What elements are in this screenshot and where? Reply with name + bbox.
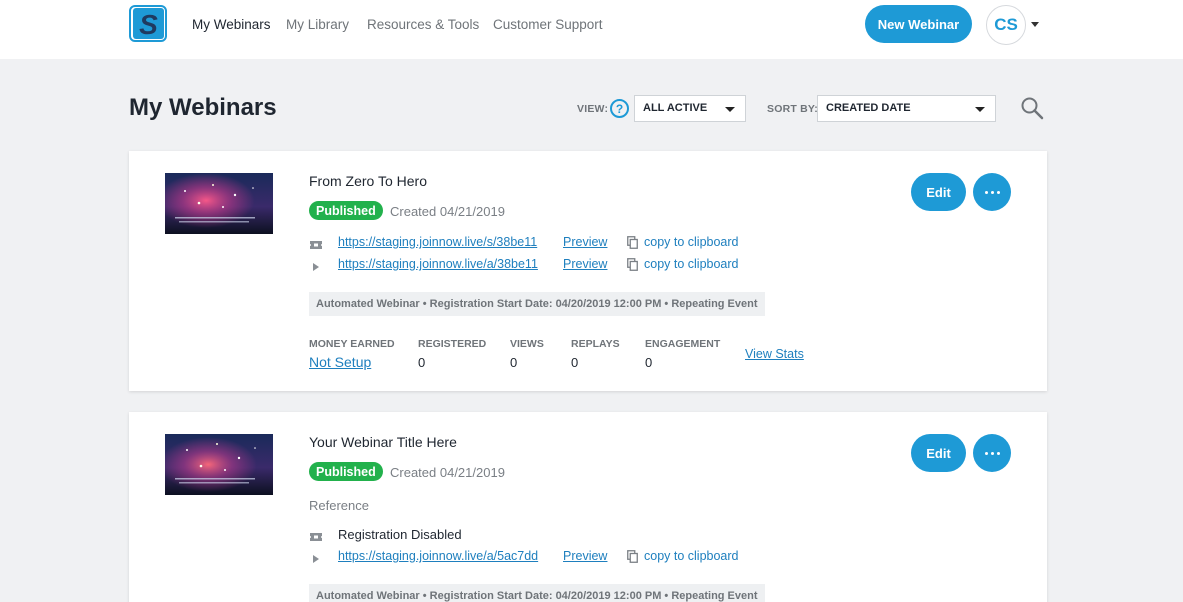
money-earned-label: MONEY EARNED — [309, 338, 395, 350]
play-icon — [310, 259, 322, 271]
reference-text: Reference — [309, 498, 369, 513]
webinar-card: From Zero To Hero Published Created 04/2… — [129, 151, 1047, 391]
copy-replay-url-button[interactable]: copy to clipboard — [644, 257, 739, 271]
replay-url-link[interactable]: https://staging.joinnow.live/a/5ac7dd — [338, 549, 538, 563]
nav-my-webinars[interactable]: My Webinars — [192, 17, 271, 32]
views-value: 0 — [510, 355, 518, 370]
webinar-thumbnail[interactable] — [165, 434, 273, 495]
webinar-title[interactable]: From Zero To Hero — [309, 173, 427, 189]
more-icon — [984, 451, 1000, 455]
sort-value: CREATED DATE — [826, 102, 911, 114]
new-webinar-button[interactable]: New Webinar — [865, 5, 972, 43]
replays-value: 0 — [571, 355, 579, 370]
search-icon[interactable] — [1020, 96, 1044, 120]
caret-down-icon — [975, 107, 985, 112]
replay-preview-link[interactable]: Preview — [563, 549, 607, 563]
caret-down-icon — [725, 107, 735, 112]
registration-preview-link[interactable]: Preview — [563, 235, 607, 249]
page-title: My Webinars — [129, 94, 277, 121]
created-date: Created 04/21/2019 — [390, 465, 505, 480]
registered-label: REGISTERED — [418, 338, 487, 350]
app-logo[interactable]: S — [129, 3, 171, 43]
user-avatar[interactable]: CS — [986, 5, 1026, 45]
engagement-label: ENGAGEMENT — [645, 338, 721, 350]
more-icon — [984, 190, 1000, 194]
registered-value: 0 — [418, 355, 426, 370]
help-icon[interactable]: ? — [610, 99, 629, 118]
nav-my-library[interactable]: My Library — [286, 17, 349, 32]
copy-icon[interactable] — [627, 550, 638, 563]
view-filter-value: ALL ACTIVE — [643, 102, 708, 114]
replay-url-link[interactable]: https://staging.joinnow.live/a/38be11 — [338, 257, 538, 271]
created-date: Created 04/21/2019 — [390, 204, 505, 219]
more-options-button[interactable] — [973, 173, 1011, 211]
replays-label: REPLAYS — [571, 338, 620, 350]
status-badge: Published — [309, 201, 383, 220]
edit-button[interactable]: Edit — [911, 434, 966, 472]
copy-registration-url-button[interactable]: copy to clipboard — [644, 235, 739, 249]
webinar-title[interactable]: Your Webinar Title Here — [309, 434, 457, 450]
nav-resources-tools[interactable]: Resources & Tools — [367, 17, 479, 32]
registration-status-text: Registration Disabled — [338, 527, 462, 542]
replay-preview-link[interactable]: Preview — [563, 257, 607, 271]
webinar-card: Your Webinar Title Here Published Create… — [129, 412, 1047, 602]
sort-select[interactable]: CREATED DATE — [817, 95, 996, 122]
chevron-down-icon[interactable] — [1031, 22, 1039, 27]
view-label: VIEW: — [577, 103, 609, 115]
sort-label: SORT BY: — [767, 103, 818, 115]
engagement-value: 0 — [645, 355, 653, 370]
play-icon — [310, 551, 322, 563]
top-navigation-bar: S My Webinars My Library Resources & Too… — [0, 0, 1183, 59]
view-stats-link[interactable]: View Stats — [745, 347, 804, 361]
more-options-button[interactable] — [973, 434, 1011, 472]
webinar-info-bar: Automated Webinar • Registration Start D… — [309, 584, 765, 602]
webinar-thumbnail[interactable] — [165, 173, 273, 234]
view-filter-select[interactable]: ALL ACTIVE — [634, 95, 746, 122]
svg-text:S: S — [139, 9, 158, 40]
views-label: VIEWS — [510, 338, 544, 350]
copy-icon[interactable] — [627, 258, 638, 271]
money-not-setup-link[interactable]: Not Setup — [309, 354, 371, 370]
webinar-info-bar: Automated Webinar • Registration Start D… — [309, 292, 765, 316]
edit-button[interactable]: Edit — [911, 173, 966, 211]
nav-customer-support[interactable]: Customer Support — [493, 17, 603, 32]
ticket-icon — [310, 529, 322, 541]
copy-replay-url-button[interactable]: copy to clipboard — [644, 549, 739, 563]
ticket-icon — [310, 237, 322, 249]
copy-icon[interactable] — [627, 236, 638, 249]
status-badge: Published — [309, 462, 383, 481]
registration-url-link[interactable]: https://staging.joinnow.live/s/38be11 — [338, 235, 537, 249]
